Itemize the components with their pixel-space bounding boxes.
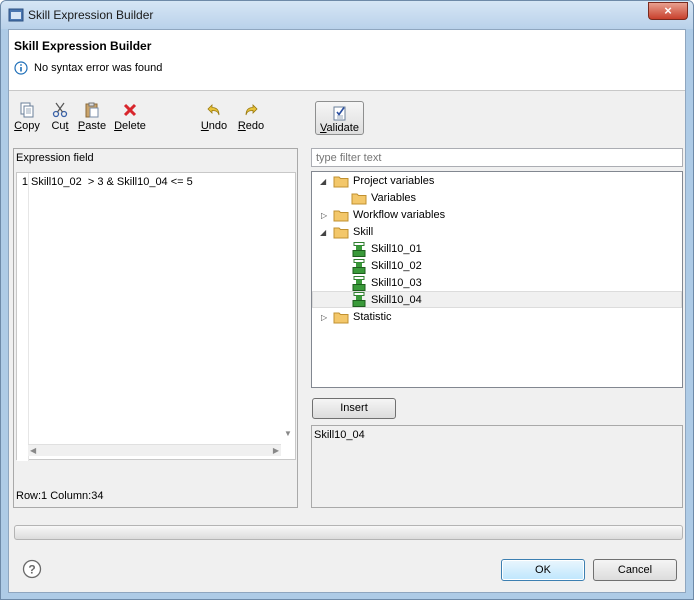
tree-item-statistic[interactable]: ▷ Statistic <box>312 309 682 326</box>
validate-button[interactable]: Validate <box>315 101 364 135</box>
close-button[interactable]: × <box>648 2 688 20</box>
app-icon <box>8 8 24 22</box>
cursor-position: Row:1 Column:34 <box>16 490 104 502</box>
tree-label: Workflow variables <box>353 209 446 221</box>
help-icon[interactable]: ? <box>22 559 42 579</box>
folder-icon <box>333 312 349 324</box>
progress-bar <box>14 525 683 540</box>
tree-item-project-variables[interactable]: ◢ Project variables <box>312 173 682 190</box>
tree-label: Skill10_03 <box>371 277 422 289</box>
cut-label: Cu <box>51 120 66 132</box>
dialog-client: Skill Expression Builder No syntax error… <box>8 29 686 593</box>
expression-field-label: Expression field <box>16 152 94 164</box>
cancel-button[interactable]: Cancel <box>593 559 677 581</box>
redo-label: edo <box>245 120 265 132</box>
description-panel: Skill10_04 <box>311 425 683 508</box>
delete-label: elete <box>122 120 146 132</box>
tree-label: Skill10_02 <box>371 260 422 272</box>
skill-icon <box>352 259 366 274</box>
expanded-arrow-icon[interactable]: ◢ <box>320 173 329 190</box>
variable-tree[interactable]: ◢ Project variables Variables ▷ Workflow… <box>311 171 683 388</box>
line-number: 1 <box>17 173 29 461</box>
tree-item-skill10-03[interactable]: Skill10_03 <box>312 275 682 292</box>
window-title: Skill Expression Builder <box>28 8 154 22</box>
delete-mnemonic: D <box>114 120 123 132</box>
description-text: Skill10_04 <box>314 429 365 441</box>
skill-icon <box>352 242 366 257</box>
tree-label: Variables <box>371 192 417 204</box>
svg-text:?: ? <box>28 563 35 577</box>
tree-label: Skill10_04 <box>371 294 422 306</box>
dialog-title: Skill Expression Builder <box>14 39 152 53</box>
collapsed-arrow-icon[interactable]: ▷ <box>321 207 330 224</box>
tree-item-skill10-02[interactable]: Skill10_02 <box>312 258 682 275</box>
validate-label: alidate <box>326 122 359 134</box>
scissors-icon <box>52 102 68 118</box>
tree-item-workflow-variables[interactable]: ▷ Workflow variables <box>312 207 682 224</box>
skill-icon <box>352 292 366 307</box>
scroll-down-icon[interactable]: ▼ <box>284 429 292 438</box>
tree-item-skill[interactable]: ◢ Skill <box>312 224 682 241</box>
copy-button[interactable]: Copy <box>13 102 41 138</box>
skill-icon <box>352 276 366 291</box>
tree-label: Skill10_01 <box>371 243 422 255</box>
expression-editor[interactable]: 1 Skill10_02 > 3 & Skill10_04 <= 5 <box>16 172 296 461</box>
dialog-window: Skill Expression Builder × Skill Express… <box>0 0 694 600</box>
tree-item-skill10-01[interactable]: Skill10_01 <box>312 241 682 258</box>
copy-mnemonic: C <box>14 120 23 132</box>
insert-button[interactable]: Insert <box>312 398 396 419</box>
collapsed-arrow-icon[interactable]: ▷ <box>321 309 330 326</box>
horizontal-scrollbar[interactable]: ◀ ▶ <box>28 444 281 456</box>
copy-label: opy <box>22 120 40 132</box>
redo-icon <box>245 104 258 116</box>
undo-label: ndo <box>208 120 228 132</box>
tree-label: Project variables <box>353 175 435 187</box>
folder-icon <box>333 210 349 222</box>
title-bar[interactable]: Skill Expression Builder × <box>1 1 693 29</box>
paste-icon <box>85 102 99 118</box>
tree-item-variables[interactable]: Variables <box>312 190 682 207</box>
copy-icon <box>20 102 34 118</box>
info-icon <box>14 61 28 75</box>
delete-button[interactable]: Delete <box>113 102 147 138</box>
undo-button[interactable]: Undo <box>199 102 229 138</box>
validate-checklist-icon <box>333 106 345 121</box>
dialog-header: Skill Expression Builder No syntax error… <box>9 30 685 91</box>
tree-label: Statistic <box>353 311 392 323</box>
status-message: No syntax error was found <box>34 62 163 74</box>
tree-item-skill10-04[interactable]: Skill10_04 <box>312 291 682 308</box>
delete-x-icon <box>123 103 137 117</box>
redo-mnemonic: R <box>237 120 246 132</box>
filter-input[interactable] <box>311 148 683 167</box>
cut-button[interactable]: Cut <box>49 102 71 138</box>
scroll-left-icon[interactable]: ◀ <box>30 446 36 455</box>
paste-button[interactable]: Paste <box>77 102 107 138</box>
paste-label: aste <box>85 120 107 132</box>
close-icon: × <box>664 3 672 18</box>
folder-icon <box>351 193 367 205</box>
ok-button[interactable]: OK <box>501 559 585 581</box>
scroll-right-icon[interactable]: ▶ <box>273 446 279 455</box>
undo-mnemonic: U <box>200 120 209 132</box>
expanded-arrow-icon[interactable]: ◢ <box>320 224 329 241</box>
redo-button[interactable]: Redo <box>236 102 266 138</box>
folder-icon <box>333 227 349 239</box>
folder-icon <box>333 176 349 188</box>
expression-text[interactable]: Skill10_02 > 3 & Skill10_04 <= 5 <box>31 176 193 188</box>
cut-mnemonic: t <box>65 120 69 132</box>
undo-icon <box>207 104 220 116</box>
tree-label: Skill <box>353 226 374 238</box>
expression-panel: Expression field 1 Skill10_02 > 3 & Skil… <box>13 148 298 508</box>
